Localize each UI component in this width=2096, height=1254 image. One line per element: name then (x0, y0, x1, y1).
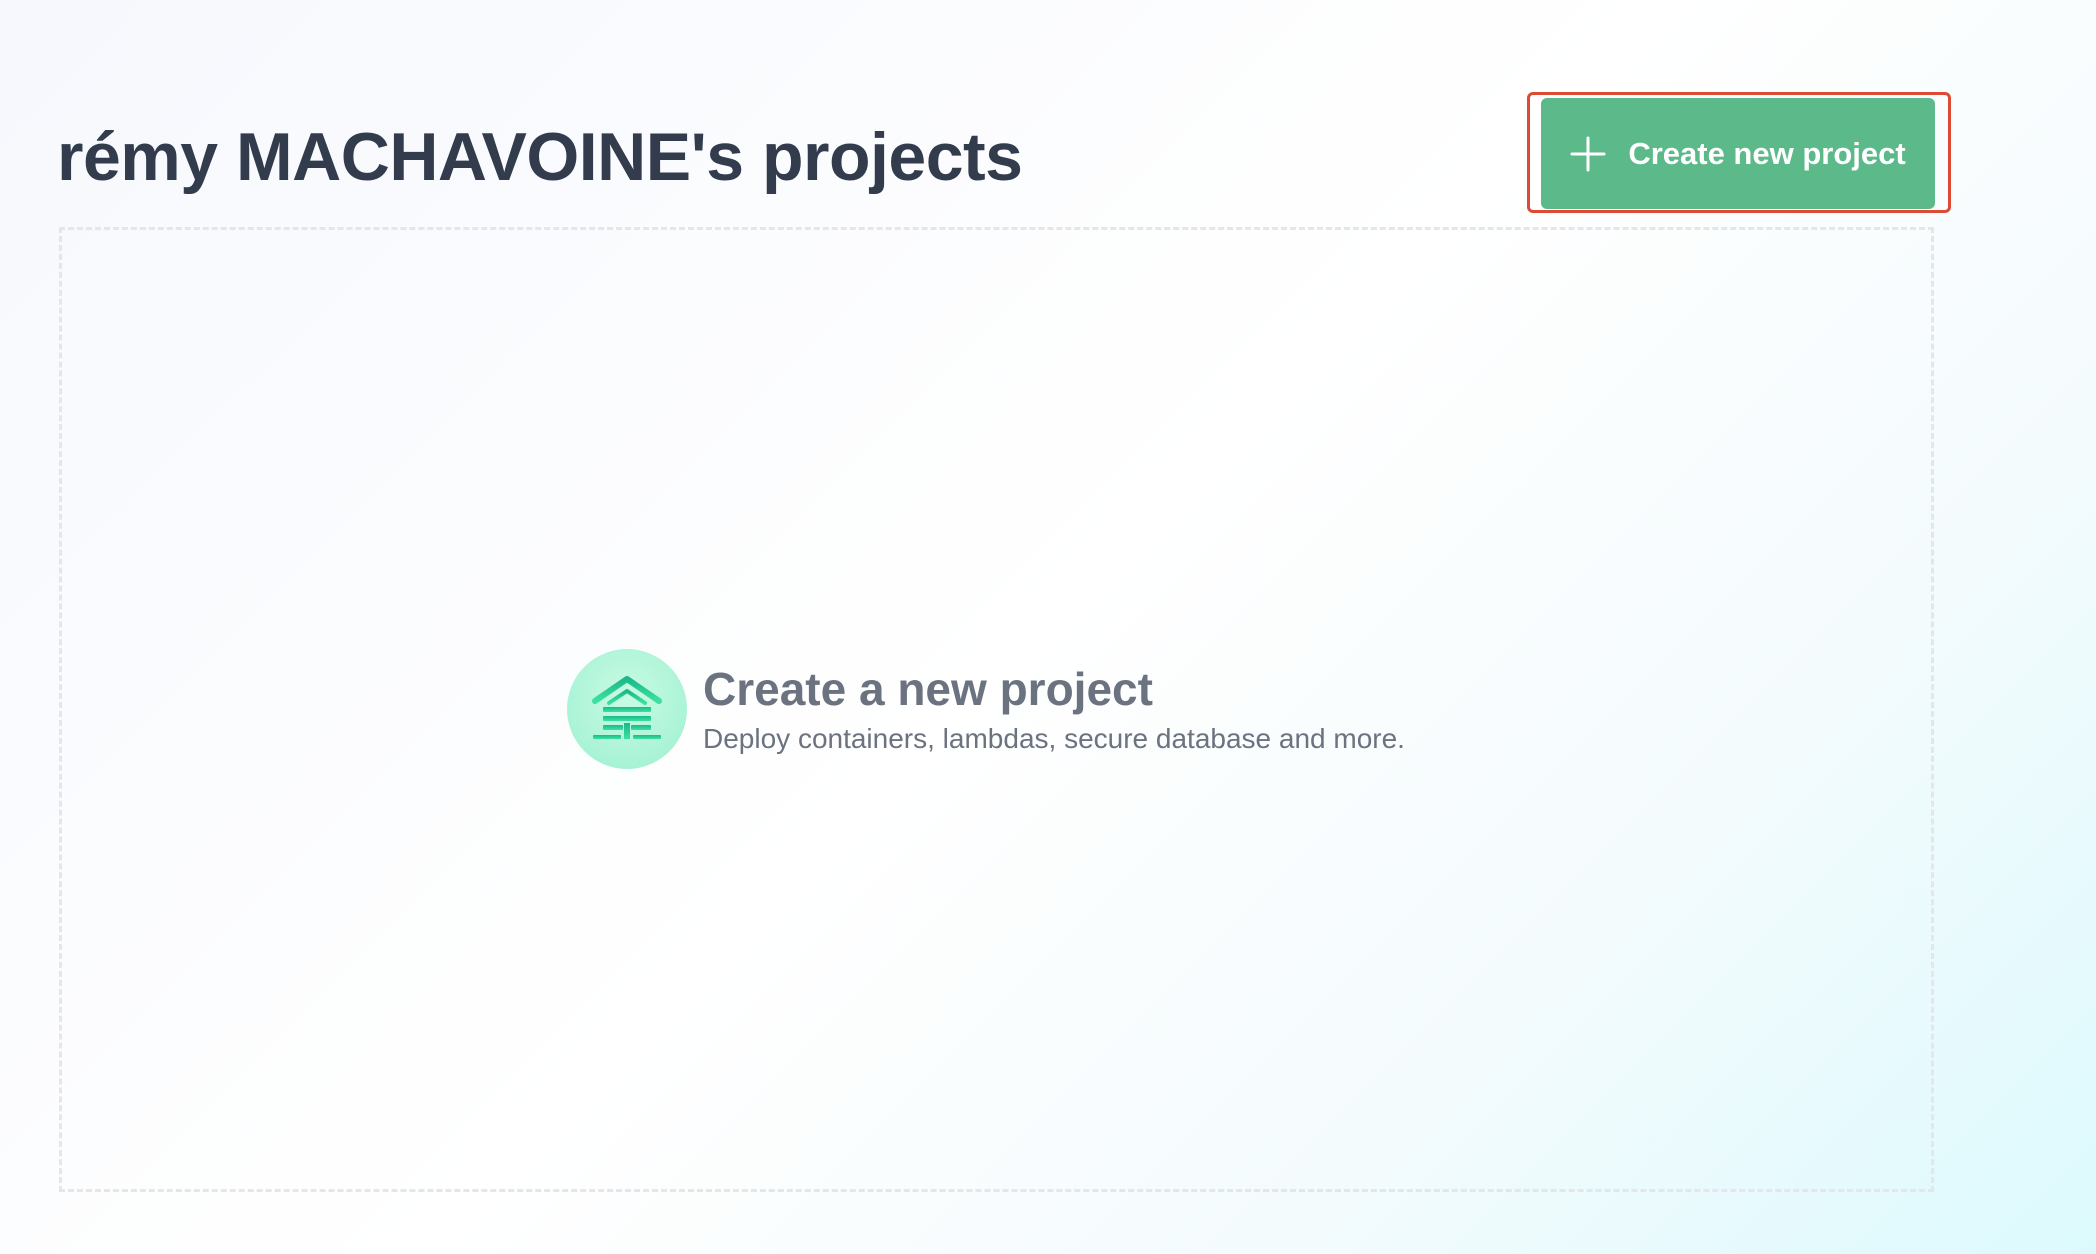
empty-state-title: Create a new project (703, 663, 1153, 715)
page-title: rémy MACHAVOINE's projects (57, 119, 1023, 195)
empty-state-subtitle: Deploy containers, lambdas, secure datab… (703, 723, 1405, 754)
plus-icon (1570, 136, 1606, 172)
house-icon (567, 649, 687, 769)
create-button-label: Create new project (1628, 135, 1906, 171)
empty-state[interactable]: Create a new project Deploy containers, … (567, 649, 1405, 769)
create-new-project-button[interactable]: Create new project (1541, 98, 1935, 209)
